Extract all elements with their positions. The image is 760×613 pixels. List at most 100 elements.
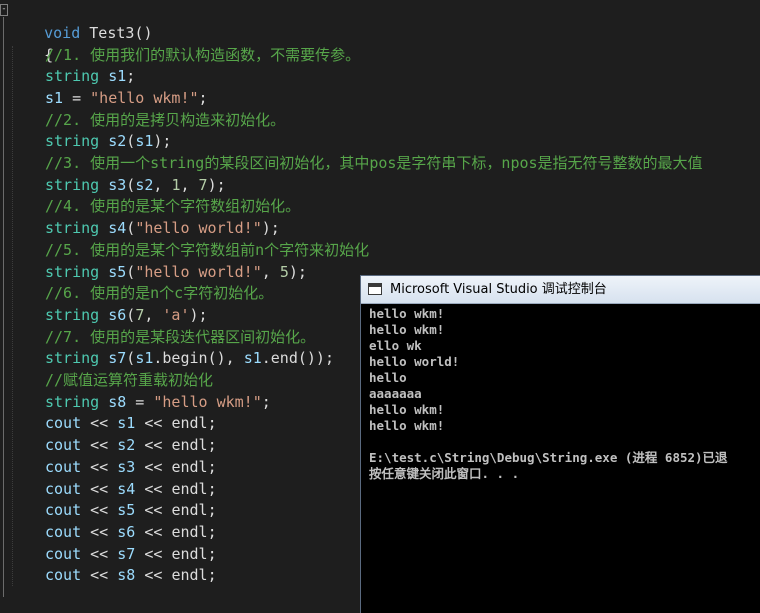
token-op: ; bbox=[261, 392, 271, 411]
token-var: cout bbox=[45, 501, 82, 520]
console-line: hello wkm! bbox=[369, 306, 445, 321]
token-var: s2 bbox=[135, 175, 154, 194]
token-fn: endl bbox=[171, 414, 208, 433]
code-line[interactable]: //2. 使用的是拷贝构造来初始化。 bbox=[8, 109, 285, 131]
token-var: s2 bbox=[117, 436, 136, 455]
token-cmt: //4. 使用的是某个字符数组初始化。 bbox=[45, 197, 301, 216]
token-cmt: //2. 使用的是拷贝构造来初始化。 bbox=[45, 110, 286, 129]
token-op: << bbox=[81, 522, 118, 541]
token-op: ; bbox=[207, 522, 217, 541]
token-op: << bbox=[135, 414, 172, 433]
token-var: cout bbox=[45, 457, 82, 476]
code-line[interactable]: cout << s3 << endl; bbox=[8, 456, 217, 478]
code-line[interactable]: cout << s4 << endl; bbox=[8, 478, 217, 500]
token-op bbox=[99, 306, 108, 324]
token-var: s1 bbox=[117, 414, 136, 433]
token-op: << bbox=[135, 479, 172, 498]
token-op: ( bbox=[126, 349, 136, 368]
code-line[interactable]: //6. 使用的是n个c字符初始化。 bbox=[8, 282, 273, 304]
token-op: << bbox=[81, 479, 118, 498]
code-line[interactable]: //7. 使用的是某段迭代器区间初始化。 bbox=[8, 326, 315, 348]
token-var: s6 bbox=[117, 522, 136, 541]
code-line[interactable]: string s3(s2, 1, 7); bbox=[8, 174, 226, 196]
code-line[interactable]: string s8 = "hello wkm!"; bbox=[8, 391, 271, 413]
code-line[interactable]: string s7(s1.begin(), s1.end()); bbox=[8, 347, 334, 369]
token-var: cout bbox=[45, 522, 82, 541]
token-op: , bbox=[144, 305, 163, 324]
console-line: aaaaaaa bbox=[369, 386, 422, 401]
token-op: ( bbox=[126, 219, 136, 238]
token-fn: endl bbox=[171, 544, 208, 563]
token-var: s5 bbox=[108, 262, 127, 281]
token-var: s1 bbox=[135, 132, 154, 151]
function-signature-line[interactable]: - void Test3() bbox=[0, 0, 153, 42]
token-var: s3 bbox=[117, 457, 136, 476]
token-op bbox=[99, 349, 108, 367]
token-var: cout bbox=[45, 544, 82, 563]
token-fn: end bbox=[270, 349, 298, 368]
code-line[interactable]: cout << s2 << endl; bbox=[8, 434, 217, 456]
code-line[interactable]: //1. 使用我们的默认构造函数，不需要传参。 bbox=[8, 44, 360, 66]
token-op: ; bbox=[207, 566, 217, 585]
token-var: s4 bbox=[108, 219, 127, 238]
token-ty: string bbox=[45, 219, 100, 238]
code-line[interactable]: cout << s7 << endl; bbox=[8, 543, 217, 565]
code-line[interactable]: string s4("hello world!"); bbox=[8, 217, 280, 239]
collapse-icon[interactable]: - bbox=[0, 4, 8, 16]
token-op: << bbox=[81, 544, 118, 563]
console-line: E:\test.c\String\Debug\String.exe (进程 68… bbox=[369, 450, 728, 465]
token-op: << bbox=[135, 566, 172, 585]
code-line[interactable]: cout << s1 << endl; bbox=[8, 412, 217, 434]
token-var: s1 bbox=[243, 349, 262, 368]
token-op: ; bbox=[207, 414, 217, 433]
token-ty: string bbox=[45, 262, 100, 281]
token-op: ( bbox=[126, 175, 136, 194]
token-op: (), bbox=[207, 349, 244, 368]
token-op: << bbox=[81, 566, 118, 585]
code-line[interactable]: cout << s6 << endl; bbox=[8, 521, 217, 543]
token-op: ; bbox=[207, 501, 217, 520]
token-var: s1 bbox=[135, 349, 154, 368]
code-line[interactable]: cout << s8 << endl; bbox=[8, 564, 217, 586]
console-output[interactable]: hello wkm! hello wkm! ello wk hello world! h… bbox=[369, 306, 760, 613]
token-op: << bbox=[81, 501, 118, 520]
code-line[interactable]: s1 = "hello wkm!"; bbox=[8, 87, 208, 109]
debug-console-window[interactable]: Microsoft Visual Studio 调试控制台 hello wkm!… bbox=[360, 275, 760, 613]
code-line[interactable]: //5. 使用的是某个字符数组前n个字符来初始化 bbox=[8, 239, 369, 261]
code-line[interactable]: //3. 使用一个string的某段区间初始化，其中pos是字符串下标，npos… bbox=[8, 152, 703, 174]
token-var: cout bbox=[45, 479, 82, 498]
token-op: << bbox=[135, 544, 172, 563]
token-str: "hello world!" bbox=[135, 219, 262, 238]
token-op bbox=[99, 176, 108, 194]
token-op: , bbox=[153, 175, 172, 194]
token-str: 'a' bbox=[162, 305, 190, 324]
open-brace-line[interactable]: { bbox=[8, 22, 53, 64]
code-line[interactable]: string s5("hello world!", 5); bbox=[8, 261, 307, 283]
token-var: s4 bbox=[117, 479, 136, 498]
function-name: Test3 bbox=[89, 24, 135, 42]
token-op: ; bbox=[126, 67, 136, 86]
console-titlebar[interactable]: Microsoft Visual Studio 调试控制台 bbox=[361, 276, 760, 304]
console-line: 按任意键关闭此窗口. . . bbox=[369, 466, 520, 481]
console-line: hello bbox=[369, 370, 407, 385]
token-var: s5 bbox=[117, 501, 136, 520]
params: () bbox=[134, 24, 153, 42]
close-brace-line[interactable]: } bbox=[8, 587, 53, 613]
token-op: . bbox=[261, 349, 271, 368]
code-line[interactable]: string s6(7, 'a'); bbox=[8, 304, 208, 326]
code-line[interactable]: string s2(s1); bbox=[8, 130, 171, 152]
token-op: ()); bbox=[297, 349, 334, 368]
token-ty: string bbox=[45, 305, 100, 324]
code-line[interactable]: //4. 使用的是某个字符数组初始化。 bbox=[8, 195, 300, 217]
code-line[interactable]: cout << s5 << endl; bbox=[8, 499, 217, 521]
token-cmt: //6. 使用的是n个c字符初始化。 bbox=[45, 284, 274, 303]
token-op: << bbox=[135, 501, 172, 520]
token-op bbox=[99, 219, 108, 237]
code-line[interactable]: string s1; bbox=[8, 65, 135, 87]
token-op bbox=[99, 393, 108, 411]
code-line[interactable]: //赋值运算符重载初始化 bbox=[8, 369, 213, 391]
token-var: s1 bbox=[108, 67, 127, 86]
token-op bbox=[99, 132, 108, 150]
token-cmt: //赋值运算符重载初始化 bbox=[45, 371, 214, 389]
